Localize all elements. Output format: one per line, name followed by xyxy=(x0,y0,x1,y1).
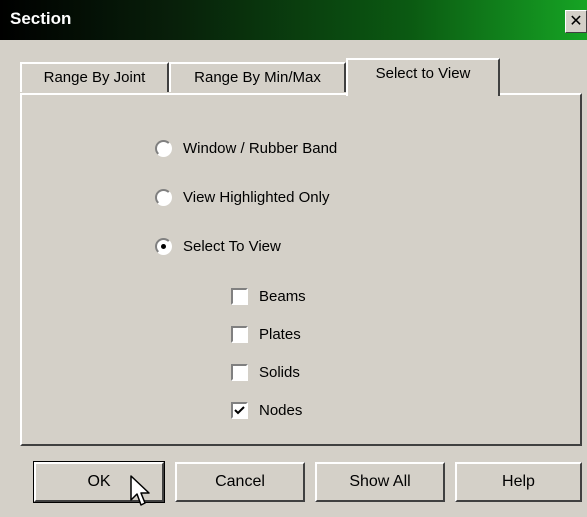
tab-label: Select to View xyxy=(375,65,471,82)
tab-panel-select-to-view: Window / Rubber Band View Highlighted On… xyxy=(20,93,582,446)
close-button[interactable]: ✕ xyxy=(565,10,587,33)
mouse-pointer-icon xyxy=(130,475,150,506)
tab-label: Range By Min/Max xyxy=(194,69,321,86)
radio-button[interactable] xyxy=(155,140,172,157)
checkmark-icon xyxy=(234,406,245,415)
checkbox-label: Plates xyxy=(259,326,301,343)
section-dialog: Section ✕ Range By Joint Range By Min/Ma… xyxy=(0,0,587,517)
title-bar[interactable]: Section ✕ xyxy=(0,0,587,40)
close-icon: ✕ xyxy=(569,11,583,30)
radio-button-selected[interactable] xyxy=(155,238,172,255)
radio-dot-icon xyxy=(161,244,166,249)
checkbox-checked[interactable] xyxy=(231,402,248,419)
button-label: Help xyxy=(502,473,535,490)
cancel-button[interactable]: Cancel xyxy=(175,462,305,502)
radio-label: Window / Rubber Band xyxy=(183,140,338,157)
tab-select-to-view[interactable]: Select to View xyxy=(346,58,500,96)
button-label: OK xyxy=(87,473,111,490)
checkbox-label: Nodes xyxy=(259,402,303,419)
tab-label: Range By Joint xyxy=(43,69,146,86)
checkbox[interactable] xyxy=(231,288,248,305)
radio-label: Select To View xyxy=(183,238,281,255)
button-label: Show All xyxy=(349,473,411,490)
checkbox-label: Solids xyxy=(259,364,300,381)
tab-range-by-min-max[interactable]: Range By Min/Max xyxy=(169,62,346,92)
checkbox[interactable] xyxy=(231,326,248,343)
button-label: Cancel xyxy=(215,473,265,490)
checkbox[interactable] xyxy=(231,364,248,381)
show-all-button[interactable]: Show All xyxy=(315,462,445,502)
tab-range-by-joint[interactable]: Range By Joint xyxy=(20,62,169,92)
window-title: Section xyxy=(10,9,72,28)
radio-button[interactable] xyxy=(155,189,172,206)
help-button[interactable]: Help xyxy=(455,462,582,502)
radio-label: View Highlighted Only xyxy=(183,189,330,206)
checkbox-label: Beams xyxy=(259,288,306,305)
